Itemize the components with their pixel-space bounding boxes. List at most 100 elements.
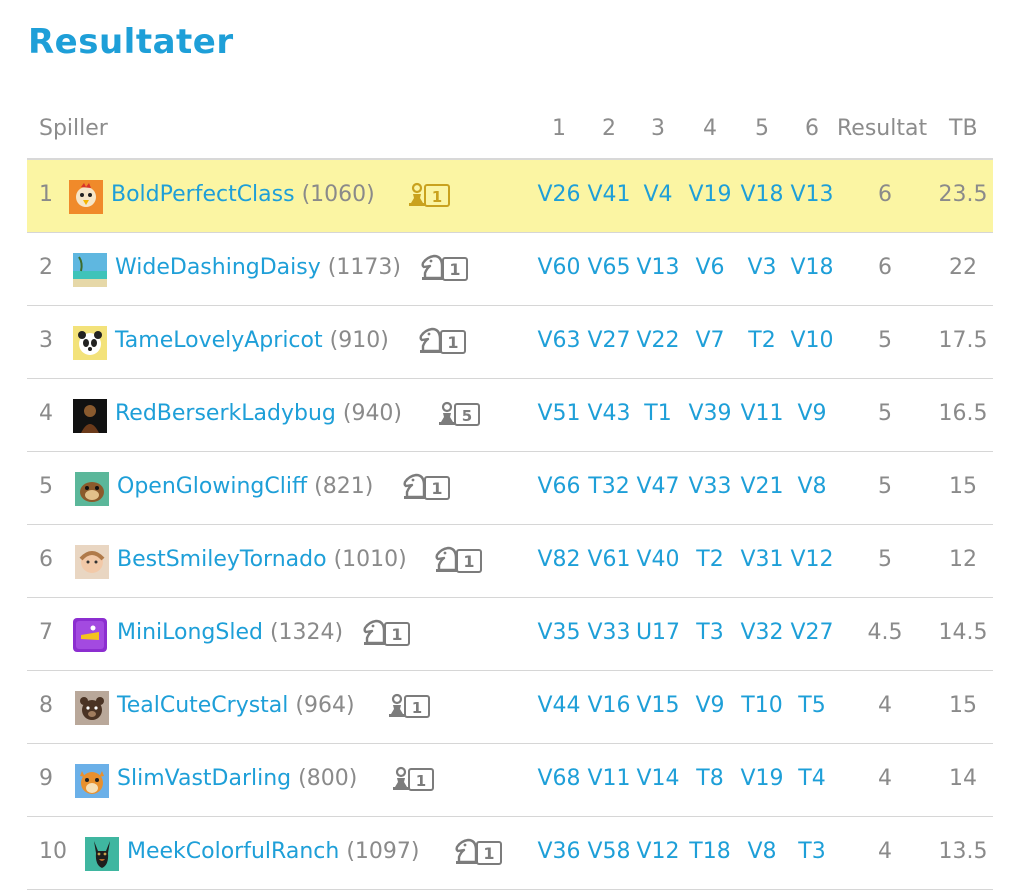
tiebreak: 13.5: [938, 839, 988, 864]
game-result-link[interactable]: T4: [787, 766, 837, 791]
player-name-link[interactable]: TameLovelyApricot: [115, 328, 323, 353]
svg-text:1: 1: [447, 333, 458, 352]
game-result-link[interactable]: V61: [584, 547, 634, 572]
game-result-link[interactable]: V66: [534, 474, 584, 499]
game-result-link[interactable]: V27: [787, 620, 837, 645]
game-result-link[interactable]: V68: [534, 766, 584, 791]
player-info: RedBerserkLadybug (940): [115, 401, 402, 426]
game-result-link[interactable]: V27: [584, 328, 634, 353]
game-result-link[interactable]: V47: [633, 474, 683, 499]
game-result-link[interactable]: V8: [787, 474, 837, 499]
squirrel-avatar[interactable]: [75, 764, 109, 798]
game-result-link[interactable]: V82: [534, 547, 584, 572]
game-result-link[interactable]: V21: [737, 474, 787, 499]
game-result-link[interactable]: T2: [685, 547, 735, 572]
game-result-link[interactable]: V8: [737, 839, 787, 864]
child-avatar[interactable]: [75, 545, 109, 579]
game-result-link[interactable]: V36: [534, 839, 584, 864]
rank: 4: [39, 401, 53, 426]
game-result-link[interactable]: T18: [685, 839, 735, 864]
photo-avatar[interactable]: [73, 399, 107, 433]
rooster-avatar[interactable]: [69, 180, 103, 214]
game-result-link[interactable]: V22: [633, 328, 683, 353]
game-result-link[interactable]: V32: [737, 620, 787, 645]
game-result-link[interactable]: V43: [584, 401, 634, 426]
game-result-link[interactable]: V19: [685, 182, 735, 207]
game-result-link[interactable]: V12: [787, 547, 837, 572]
game-result-link[interactable]: V19: [737, 766, 787, 791]
player-name-link[interactable]: TealCuteCrystal: [117, 693, 288, 718]
game-result-link[interactable]: V31: [737, 547, 787, 572]
game-result-link[interactable]: V9: [685, 693, 735, 718]
game-result-link[interactable]: T32: [584, 474, 634, 499]
game-result-link[interactable]: U17: [633, 620, 683, 645]
game-result-link[interactable]: V6: [685, 255, 735, 280]
game-result-link[interactable]: V10: [787, 328, 837, 353]
game-result-link[interactable]: V26: [534, 182, 584, 207]
player-name-link[interactable]: SlimVastDarling: [117, 766, 291, 791]
svg-text:1: 1: [483, 844, 494, 863]
rank: 5: [39, 474, 53, 499]
player-name-link[interactable]: OpenGlowingCliff: [117, 474, 307, 499]
player-name-link[interactable]: MiniLongSled: [117, 620, 263, 645]
player-rating: (1324): [269, 620, 344, 645]
game-result-link[interactable]: V12: [633, 839, 683, 864]
player-name-link[interactable]: BestSmileyTornado: [117, 547, 327, 572]
svg-text:5: 5: [462, 407, 472, 425]
player-name-link[interactable]: MeekColorfulRanch: [127, 839, 339, 864]
game-result-link[interactable]: V41: [584, 182, 634, 207]
game-result-link[interactable]: T3: [685, 620, 735, 645]
game-result-link[interactable]: V7: [685, 328, 735, 353]
game-result-link[interactable]: V11: [737, 401, 787, 426]
player-name-link[interactable]: BoldPerfectClass: [111, 182, 295, 207]
game-result-link[interactable]: V33: [584, 620, 634, 645]
beach-avatar[interactable]: [73, 253, 107, 287]
game-result-link[interactable]: V11: [584, 766, 634, 791]
game-result-link[interactable]: T10: [737, 693, 787, 718]
player-rating: (964): [295, 693, 355, 718]
game-result-link[interactable]: V13: [633, 255, 683, 280]
game-result-link[interactable]: V3: [737, 255, 787, 280]
game-result-link[interactable]: T2: [737, 328, 787, 353]
svg-text:1: 1: [431, 479, 442, 498]
game-result-link[interactable]: V16: [584, 693, 634, 718]
game-result-link[interactable]: V18: [787, 255, 837, 280]
hamster-avatar[interactable]: [75, 472, 109, 506]
header-round-2: 2: [602, 116, 616, 141]
game-result-link[interactable]: V33: [685, 474, 735, 499]
panda-avatar[interactable]: [73, 326, 107, 360]
game-result-link[interactable]: V58: [584, 839, 634, 864]
game-result-link[interactable]: V65: [584, 255, 634, 280]
total-result: 6: [878, 182, 892, 207]
player-info: MeekColorfulRanch (1097): [127, 839, 419, 864]
knight-badge-icon: 1: [419, 254, 469, 281]
dog-avatar[interactable]: [85, 837, 119, 871]
game-result-link[interactable]: V18: [737, 182, 787, 207]
player-rating: (1173): [327, 255, 401, 280]
player-rating: (940): [342, 401, 403, 426]
game-result-link[interactable]: V63: [534, 328, 584, 353]
game-result-link[interactable]: V39: [685, 401, 735, 426]
player-name-link[interactable]: RedBerserkLadybug: [115, 401, 336, 426]
game-result-link[interactable]: V40: [633, 547, 683, 572]
game-result-link[interactable]: V4: [633, 182, 683, 207]
purple-bird-avatar[interactable]: [73, 618, 107, 652]
game-result-link[interactable]: T8: [685, 766, 735, 791]
game-result-link[interactable]: V14: [633, 766, 683, 791]
player-name-link[interactable]: WideDashingDaisy: [115, 255, 321, 280]
bear-avatar[interactable]: [75, 691, 109, 725]
game-result-link[interactable]: V51: [534, 401, 584, 426]
game-result-link[interactable]: T3: [787, 839, 837, 864]
game-result-link[interactable]: V35: [534, 620, 584, 645]
tiebreak: 22: [949, 255, 977, 280]
game-result-link[interactable]: T5: [787, 693, 837, 718]
game-result-link[interactable]: V9: [787, 401, 837, 426]
svg-text:1: 1: [391, 625, 402, 644]
rank: 8: [39, 693, 53, 718]
game-result-link[interactable]: V13: [787, 182, 837, 207]
game-result-link[interactable]: V60: [534, 255, 584, 280]
game-result-link[interactable]: V44: [534, 693, 584, 718]
game-result-link[interactable]: T1: [633, 401, 683, 426]
tiebreak: 12: [949, 547, 977, 572]
game-result-link[interactable]: V15: [633, 693, 683, 718]
